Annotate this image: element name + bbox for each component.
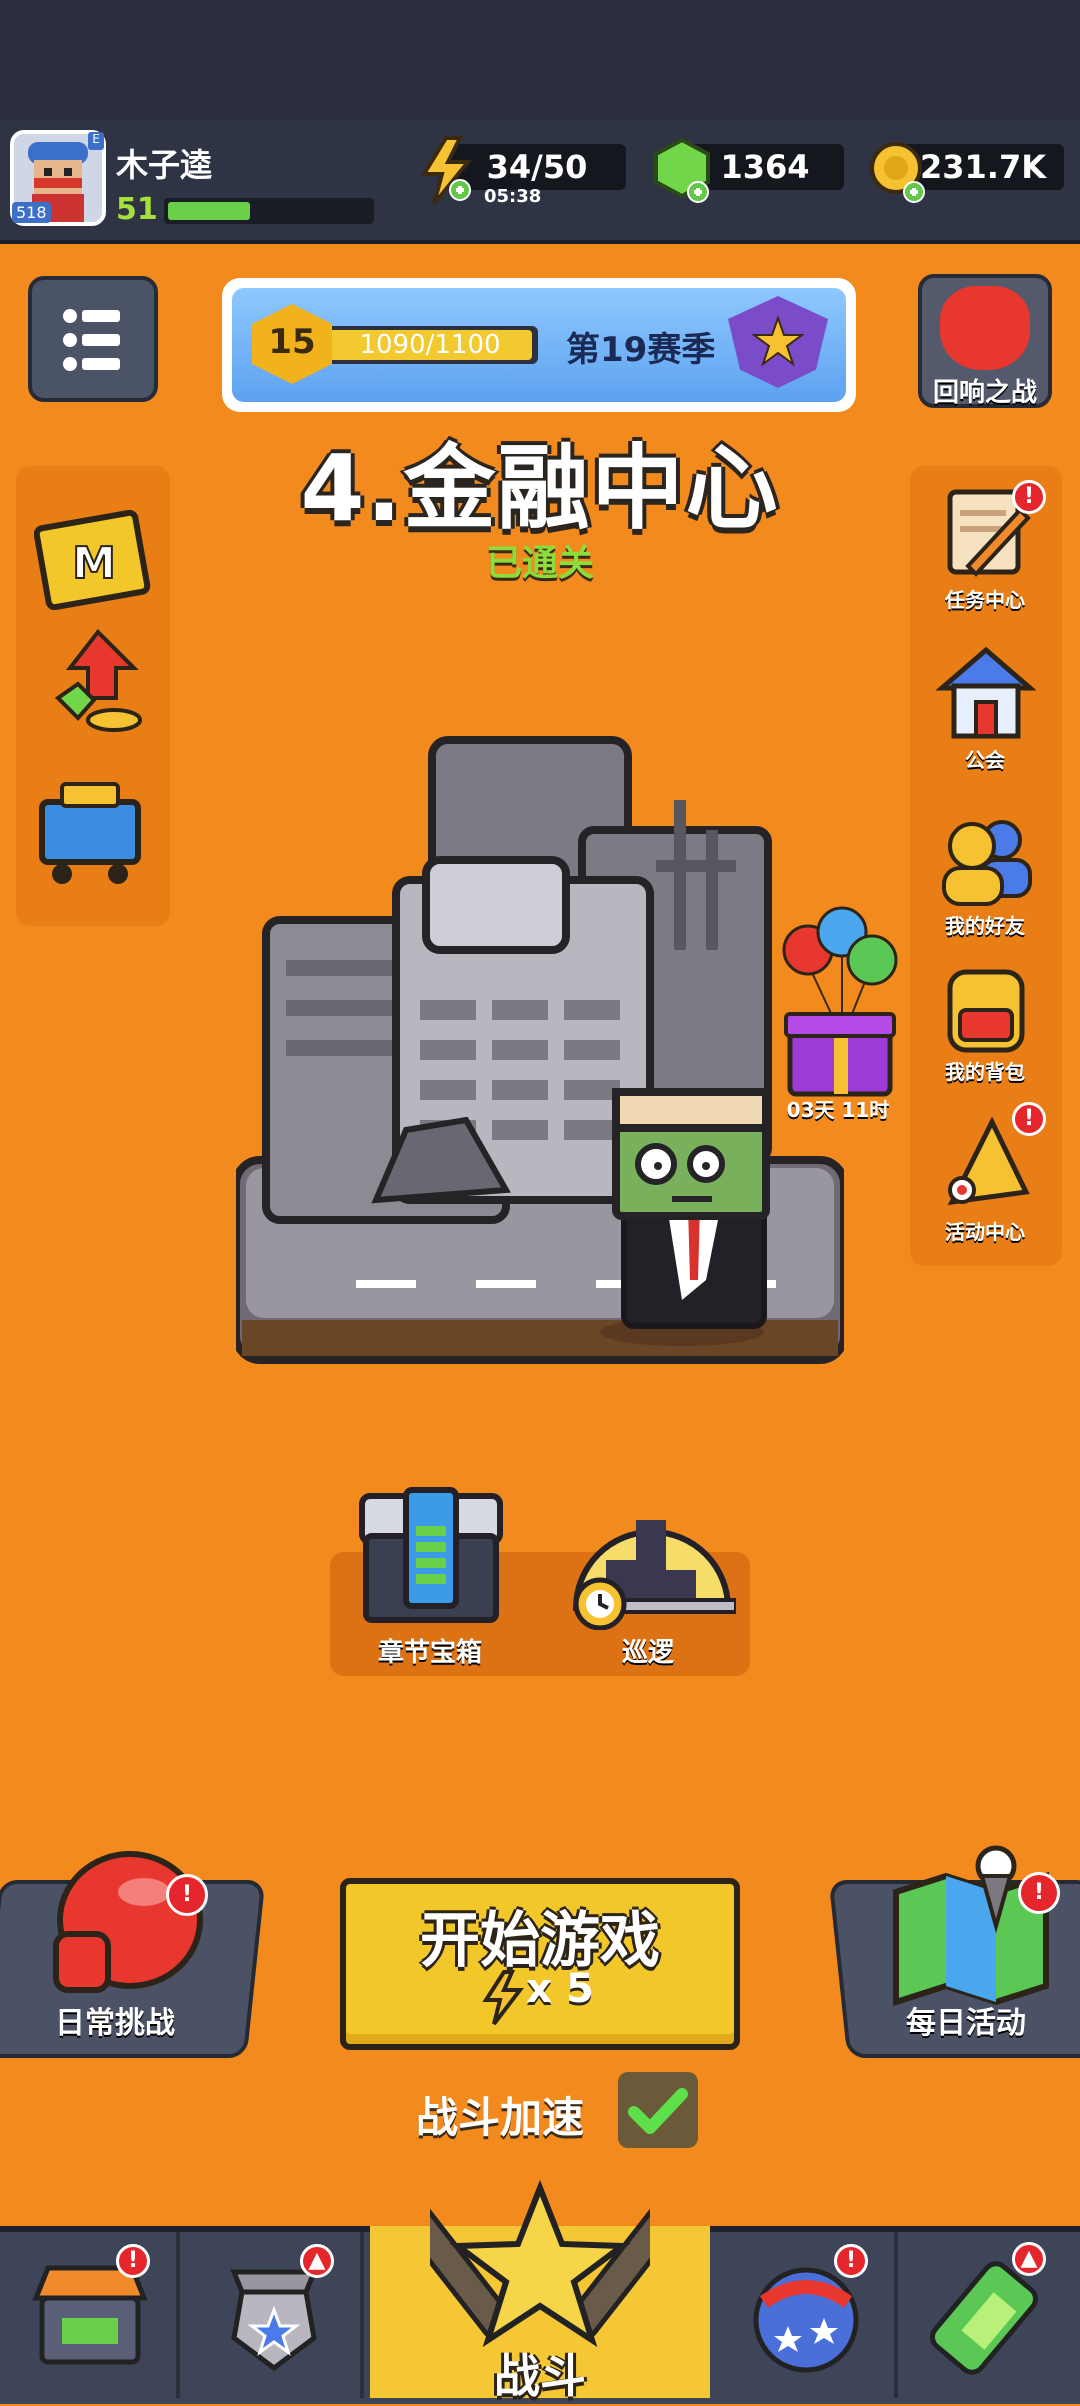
house-icon [936,646,1036,739]
backpack-label: 我的背包 [945,1060,1025,1084]
avatar-tag: E [88,132,104,150]
status-bar [0,0,1080,120]
nav-gene-tab[interactable]: ▲ [900,2232,1080,2398]
task-center-label: 任务中心 [945,588,1025,612]
task-center-button[interactable]: ! 任务中心 [910,480,1060,614]
city-scene [236,736,844,1364]
boxing-glove-icon [53,1851,203,1993]
orbs-alert: ! [834,2244,868,2278]
gold-value: 231.7K [919,148,1046,186]
nav-orbs-tab[interactable]: ! [718,2232,898,2398]
shop-alert: ! [116,2244,150,2278]
avatar-badge: 518 [12,202,51,223]
friends-button[interactable]: 我的好友 [910,810,1060,940]
nav-shop-tab[interactable]: ! [0,2232,180,2398]
daily-activity-alert: ! [1018,1872,1060,1914]
backpack-button[interactable]: 我的背包 [910,956,1060,1086]
gems-value: 1364 [720,148,810,186]
gear-alert: ▲ [300,2244,334,2278]
daily-activity-label: 每日活动 [906,2006,1026,2041]
season-name: 第19赛季 [566,330,716,370]
nav-battle-label[interactable]: 战斗 [370,2340,710,2406]
daily-challenge-label: 日常挑战 [55,2006,175,2041]
patrol-icon[interactable] [566,1480,736,1630]
battle-star-icon[interactable] [430,2174,650,2354]
start-game-cost: x 5 [526,1966,594,2012]
friends-icon [942,820,1032,906]
nav-gear-tab[interactable]: ▲ [184,2232,364,2398]
gift-balloon-icon[interactable] [780,904,900,1104]
energy-value: 34/50 [486,148,588,186]
player-level: 51 [116,192,158,227]
menu-button[interactable] [28,276,158,402]
player-name: 木子逵 [116,146,213,184]
battle-speed-label: 战斗加速 [416,2093,585,2142]
shop-cart-icon[interactable] [32,762,156,892]
m-card-icon[interactable]: M [34,500,154,610]
growth-icon[interactable] [38,628,150,740]
list-menu-icon [63,309,120,371]
event-center-button[interactable]: ! 活动中心 [910,1100,1060,1250]
gem-icon [654,137,710,203]
friends-label: 我的好友 [945,914,1025,938]
season-progress-text: 1090/1100 [359,330,501,360]
battle-speed-checkbox[interactable] [618,2072,698,2148]
backpack-icon [947,969,1025,1053]
task-alert-badge: ! [1012,480,1046,514]
chapter-chest-icon[interactable] [356,1486,506,1626]
event-center-label: 活动中心 [945,1220,1025,1244]
energy-icon [420,136,473,206]
map-icon [893,1845,1049,2006]
gene-alert: ▲ [1012,2242,1046,2276]
checkmark-icon [628,2088,688,2134]
daily-challenge-alert: ! [166,1874,208,1916]
coin-icon [870,142,925,203]
energy-timer: 05:38 [484,186,542,207]
gift-timer: 03天 11时 [786,1098,890,1122]
guild-button[interactable]: 公会 [910,644,1060,774]
echo-battle-label: 回响之战 [932,378,1037,408]
patrol-label: 巡逻 [621,1638,674,1668]
energy-cost-icon [482,1970,524,2026]
demon-icon [940,286,1030,370]
m-card-letter: M [72,538,116,589]
event-alert-badge: ! [1012,1102,1046,1136]
chapter-chest-label: 章节宝箱 [377,1638,482,1668]
guild-label: 公会 [965,748,1005,772]
season-rank: 15 [268,322,316,362]
xp-bar-fill [168,202,250,220]
star-icon [752,316,804,367]
